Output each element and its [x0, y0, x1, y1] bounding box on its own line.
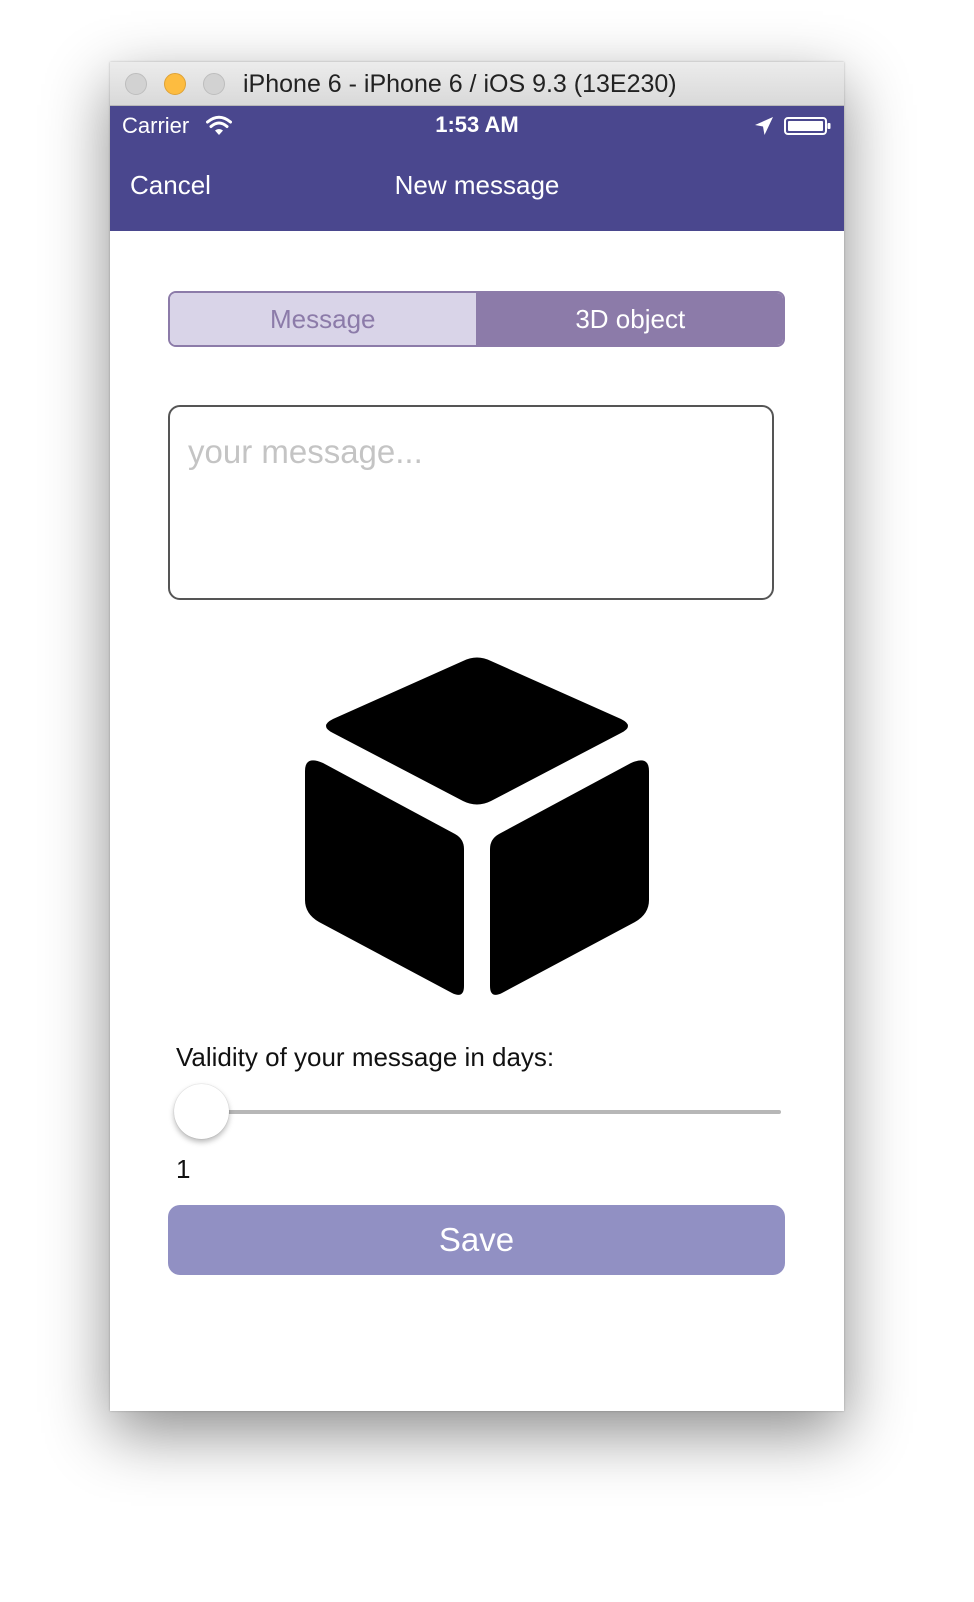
validity-slider-track[interactable] [174, 1110, 781, 1114]
window-title: iPhone 6 - iPhone 6 / iOS 9.3 (13E230) [243, 70, 677, 98]
close-window-button[interactable] [125, 73, 147, 95]
window-titlebar: iPhone 6 - iPhone 6 / iOS 9.3 (13E230) [110, 62, 844, 106]
navigation-bar: Cancel New message [110, 146, 844, 231]
minimize-window-button[interactable] [164, 73, 186, 95]
status-bar: Carrier 1:53 AM [110, 106, 844, 146]
validity-value: 1 [176, 1154, 191, 1184]
segment-message[interactable]: Message [170, 293, 478, 345]
battery-icon [784, 117, 831, 135]
simulator-window: iPhone 6 - iPhone 6 / iOS 9.3 (13E230) C… [110, 62, 844, 1411]
message-type-segmented-control: Message 3D object [168, 291, 785, 347]
status-time: 1:53 AM [435, 112, 519, 137]
message-input[interactable] [168, 405, 774, 600]
validity-label: Validity of your message in days: [176, 1042, 555, 1072]
save-button[interactable]: Save [168, 1205, 785, 1275]
validity-slider-thumb[interactable] [174, 1084, 229, 1139]
location-arrow-icon [755, 117, 773, 135]
page-title: New message [394, 170, 560, 200]
segment-3d-object[interactable]: 3D object [477, 293, 783, 345]
cube-icon [305, 657, 649, 995]
zoom-window-button[interactable] [203, 73, 225, 95]
